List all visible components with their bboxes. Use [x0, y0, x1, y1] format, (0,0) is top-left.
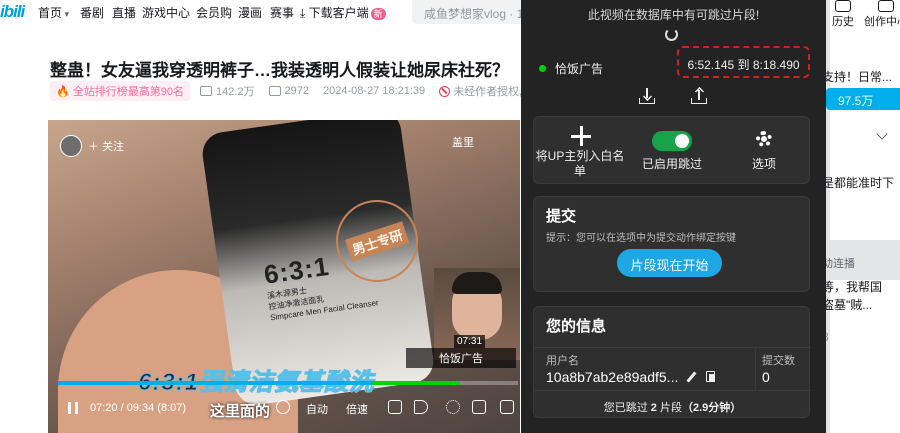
skipped-summary: 您已跳过 2 片段（2.9分钟）	[603, 402, 742, 414]
segment-tooltip: 恰饭广告	[406, 348, 516, 368]
sidebar-support-text: 支持！日常...	[822, 70, 893, 84]
submit-card: 提交 提示：您可以在选项中为提交动作绑定按键 片段现在开始	[533, 196, 810, 292]
segment-category: 恰饭广告	[555, 61, 604, 76]
widescreen-icon[interactable]	[500, 400, 514, 414]
avatar	[60, 135, 82, 157]
submission-count: 0	[762, 369, 770, 385]
sponsorblock-popup: 此视频在数据库中有可跳过片段! 恰饭广告 6:52.145 到 8:18.490…	[521, 0, 826, 433]
sponsor-segment-marker	[371, 381, 461, 385]
chevron-down-icon: ▾	[62, 9, 70, 19]
segment-item[interactable]: 恰饭广告 6:52.145 到 8:18.490	[539, 46, 811, 78]
bulb-icon	[878, 0, 894, 12]
play-count-icon	[200, 86, 213, 96]
charge-button[interactable]: 97.5万	[826, 88, 900, 110]
fire-icon: 🔥	[56, 86, 70, 98]
nav-vip-shop[interactable]: 会员购	[196, 4, 232, 21]
progress-fill	[58, 381, 411, 385]
danmaku-icon	[268, 86, 281, 96]
whitelist-channel-button[interactable]: 将UP主列入白名单	[534, 117, 626, 187]
toggle-switch[interactable]	[652, 131, 692, 151]
follow-up-button[interactable]: ＋ 关注	[60, 135, 124, 157]
plus-icon: ＋	[88, 141, 99, 153]
user-info-grid: 用户名 10a8b7ab2e89adf5... 提交数 0	[534, 347, 811, 391]
pause-icon[interactable]	[68, 402, 78, 414]
nav-manga[interactable]: 漫画	[238, 4, 262, 21]
rank-badge[interactable]: 🔥 全站排行榜最高第90名	[50, 81, 191, 101]
player-uploader-tag: 盖里	[452, 137, 474, 149]
publish-date: 2024-08-27 18:21:39	[323, 85, 426, 97]
video-title: 整蛊！女友逼我穿透明裤子…我装透明人假装让她尿床社死？	[50, 61, 509, 80]
hover-time-tooltip: 07:31	[454, 335, 486, 348]
danmaku-toggle-icon[interactable]	[388, 400, 402, 414]
nav-game-center[interactable]: 游戏中心	[142, 4, 190, 21]
segments-notice: 此视频在数据库中有可跳过片段!	[587, 8, 760, 22]
creator-center-button[interactable]: 创作中心	[864, 0, 900, 29]
segment-time-range[interactable]: 6:52.145 到 8:18.490	[677, 46, 810, 78]
username-value: 10a8b7ab2e89adf5...	[546, 369, 679, 385]
speed-button[interactable]: 倍速	[346, 401, 368, 417]
share-icon[interactable]	[691, 87, 707, 104]
copy-icon[interactable]	[706, 371, 715, 382]
nav-live[interactable]: 直播	[112, 4, 136, 21]
options-button[interactable]: 选项	[718, 117, 810, 187]
sidebar-line: 是都能准时下	[822, 176, 895, 190]
autoplay-toggle[interactable]: 动连播	[822, 255, 855, 271]
nav-anime[interactable]: 番剧	[80, 4, 104, 21]
video-meta: 🔥 全站排行榜最高第90名 142.2万 2972 2024-08-27 18:…	[50, 81, 536, 101]
ban-icon	[439, 85, 451, 97]
subtitle-overlay: 6:3:1强清洁氨基酸洗	[137, 369, 375, 397]
refresh-icon[interactable]	[665, 28, 678, 41]
import-icon[interactable]	[639, 88, 655, 104]
submit-hint: 提示：您可以在选项中为提交动作绑定按键	[546, 233, 736, 244]
skip-segment-icon[interactable]	[276, 400, 290, 414]
search-input[interactable]: 咸鱼梦想家vlog · 1c	[412, 0, 522, 24]
danmaku-count: 2972	[268, 85, 309, 97]
submit-title: 提交	[546, 208, 577, 225]
sidebar-video-title-2[interactable]: 盗墓"贼...	[822, 296, 872, 313]
download-icon: ⤓	[300, 6, 306, 20]
time-display: 07:20 / 09:34 (8:07)	[90, 402, 187, 414]
history-button[interactable]: 历史	[832, 0, 854, 29]
clock-icon	[835, 0, 851, 12]
pip-icon[interactable]	[472, 400, 486, 414]
chevron-down-icon[interactable]	[876, 128, 888, 140]
download-client-link[interactable]: ⤓ 下载客户端新	[300, 4, 386, 21]
username-cell: 用户名 10a8b7ab2e89adf5...	[534, 348, 756, 390]
settings-icon[interactable]	[446, 400, 460, 414]
plus-icon	[571, 126, 591, 146]
pencil-icon[interactable]	[686, 371, 697, 383]
progress-bar[interactable]	[58, 381, 518, 385]
category-color-dot	[539, 64, 546, 72]
user-info-title: 您的信息	[546, 318, 607, 335]
presenter-hair	[452, 272, 502, 294]
sidebar-video-title[interactable]: 等，我帮国	[822, 278, 882, 295]
nav-home[interactable]: 首页 ▾	[38, 4, 69, 21]
submissions-cell: 提交数 0	[762, 355, 795, 385]
user-info-card: 您的信息 用户名 10a8b7ab2e89adf5... 提交数 0 您已跳过 …	[533, 306, 811, 418]
options-card: 将UP主列入白名单 已启用跳过 选项	[533, 116, 810, 184]
repost-notice: 未经作者授权,	[439, 83, 522, 99]
player-controls: 07:20 / 09:34 (8:07) 自动 倍速	[48, 394, 520, 422]
gear-icon	[756, 131, 772, 147]
segment-start-button[interactable]: 片段现在开始	[617, 249, 722, 277]
nav-esports[interactable]: 赛事	[270, 4, 294, 21]
volume-icon[interactable]	[414, 400, 428, 414]
site-logo[interactable]: ibili	[0, 2, 25, 22]
new-badge: 新	[370, 8, 386, 20]
skip-toggle[interactable]: 已启用跳过	[626, 117, 718, 187]
page: ibili 首页 ▾ 番剧 直播 游戏中心 会员购 漫画 赛事 ⤓ 下载客户端新…	[0, 0, 900, 433]
autoplay-button[interactable]: 自动	[306, 401, 328, 417]
view-count: 142.2万	[200, 83, 255, 99]
